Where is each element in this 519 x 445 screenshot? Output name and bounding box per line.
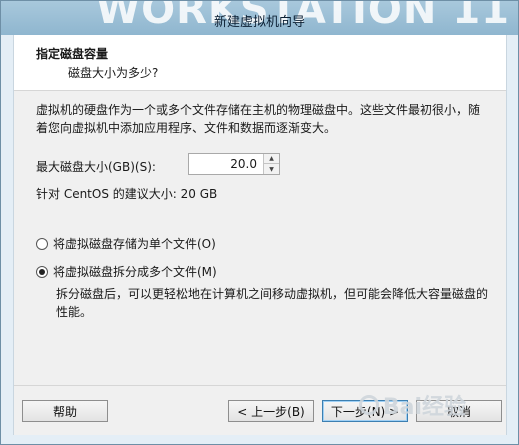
window-title: 新建虚拟机向导 [213, 15, 305, 30]
single-file-radio-icon[interactable] [36, 237, 48, 250]
wizard-body: 指定磁盘容量 磁盘大小为多少? 虚拟机的硬盘作为一个或多个文件存储在主机的物理磁… [13, 35, 507, 435]
wizard-footer: 帮助 < 上一步(B) 下一步(N) > 取消 Bai经验 [14, 385, 506, 435]
wizard-header: 指定磁盘容量 磁盘大小为多少? [14, 35, 506, 91]
recommended-size-text: 针对 CentOS 的建议大小: 20 GB [36, 187, 218, 201]
spinner-down-icon[interactable]: ▼ [264, 164, 279, 174]
help-button[interactable]: 帮助 [22, 400, 108, 422]
spinner-up-icon[interactable]: ▲ [264, 154, 279, 164]
paw-icon [358, 395, 379, 415]
title-bar[interactable]: WORKSTATION 11 新建虚拟机向导 [1, 1, 518, 35]
split-files-radio-icon[interactable] [36, 265, 48, 278]
single-file-option[interactable]: 将虚拟磁盘存储为单个文件(O) [36, 235, 216, 252]
split-files-description: 拆分磁盘后，可以更轻松地在计算机之间移动虚拟机，但可能会降低大容量磁盘的性能。 [56, 287, 489, 319]
back-button[interactable]: < 上一步(B) [228, 400, 314, 422]
wizard-window: WORKSTATION 11 新建虚拟机向导 指定磁盘容量 磁盘大小为多少? 虚… [0, 0, 519, 445]
watermark: Bai经验 [358, 389, 466, 421]
split-files-option-label: 将虚拟磁盘拆分成多个文件(M) [53, 265, 217, 279]
split-files-option[interactable]: 将虚拟磁盘拆分成多个文件(M) [36, 263, 217, 280]
watermark-text: Bai经验 [382, 395, 466, 420]
page-title: 指定磁盘容量 [36, 47, 109, 61]
single-file-option-label: 将虚拟磁盘存储为单个文件(O) [53, 237, 216, 251]
disk-description: 虚拟机的硬盘作为一个或多个文件存储在主机的物理磁盘中。这些文件最初很小，随着您向… [36, 103, 481, 135]
spinner-buttons: ▲ ▼ [263, 154, 279, 174]
max-disk-size-spinner[interactable]: 20.0 ▲ ▼ [188, 153, 280, 175]
page-subtitle: 磁盘大小为多少? [68, 66, 159, 80]
max-disk-size-value[interactable]: 20.0 [230, 157, 257, 171]
max-disk-size-label: 最大磁盘大小(GB)(S): [36, 160, 156, 174]
